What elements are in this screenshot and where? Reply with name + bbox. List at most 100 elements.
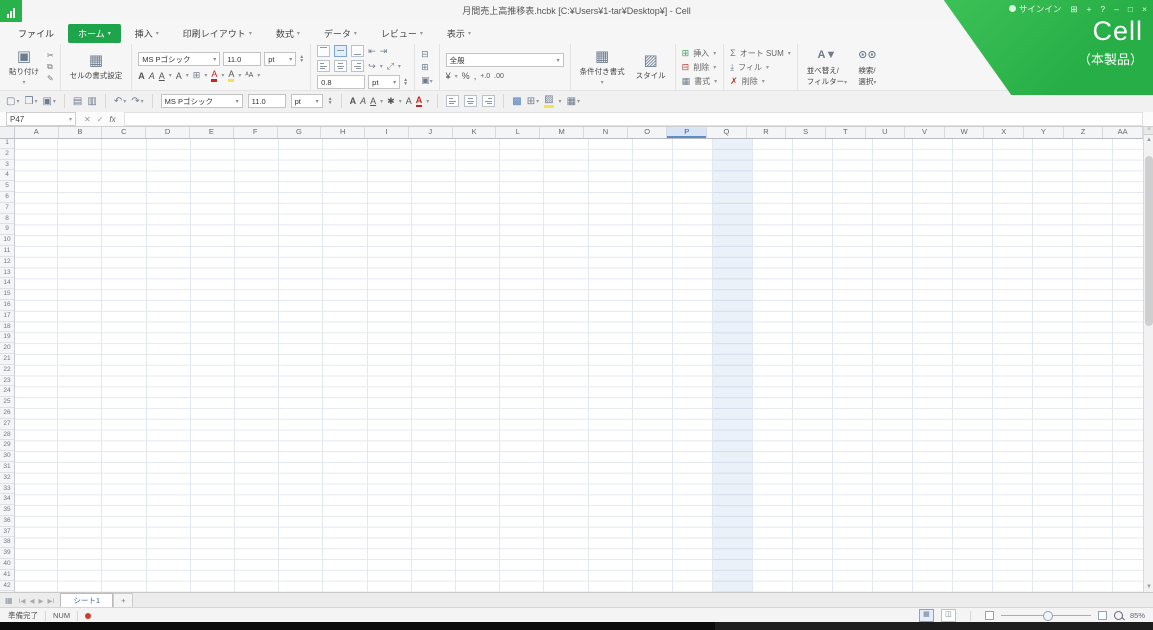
row-header-15[interactable]: 15 [0,289,14,300]
row-header-5[interactable]: 5 [0,181,14,192]
column-header-X[interactable]: X [984,126,1024,138]
toolbar-align-left-icon[interactable] [446,95,459,107]
sheet-tab-active[interactable]: シート1 [60,593,113,608]
row-header-32[interactable]: 32 [0,473,14,484]
column-header-B[interactable]: B [59,126,103,138]
decrease-decimal-icon[interactable]: .00 [494,73,504,80]
row-header-6[interactable]: 6 [0,192,14,203]
row-header-42[interactable]: 42 [0,581,14,592]
column-header-D[interactable]: D [146,126,190,138]
redo-icon[interactable]: ↷▾ [131,96,143,107]
align-left-icon[interactable] [317,60,330,72]
row-header-17[interactable]: 17 [0,311,14,322]
row-header-27[interactable]: 27 [0,419,14,430]
row-header-3[interactable]: 3 [0,160,14,171]
row-header-31[interactable]: 31 [0,462,14,473]
column-header-Q[interactable]: Q [707,126,747,138]
row-header-16[interactable]: 16 [0,300,14,311]
tab-file[interactable]: ファイル [18,27,54,40]
delete-cells-button[interactable]: ⊟削除▾ [682,62,718,73]
row-header-13[interactable]: 13 [0,268,14,279]
row-header-22[interactable]: 22 [0,365,14,376]
sort-filter-button[interactable]: A▼ 並べ替え/フィルター▾ [804,48,850,87]
merge-cells-icon[interactable]: ⊟ [421,49,433,60]
row-header-19[interactable]: 19 [0,332,14,343]
split-cells-icon[interactable]: ⊞ [421,62,433,73]
vertical-scroll-thumb[interactable] [1145,156,1153,326]
toolbar-italic-button[interactable]: A [360,96,366,106]
zoom-in-button[interactable] [1098,611,1107,620]
fullscreen-icon[interactable]: ⊞ [1070,4,1077,15]
align-right-icon[interactable] [351,60,364,72]
column-header-O[interactable]: O [628,126,668,138]
formula-input[interactable] [124,112,1143,126]
format-painter-icon[interactable]: ✎ [47,74,54,83]
last-sheet-icon[interactable]: ▶Ⅰ [47,597,54,605]
row-header-18[interactable]: 18 [0,322,14,333]
font-name-combo[interactable]: MS Pゴシック▾ [138,52,220,66]
scroll-up-icon[interactable]: ▲ [1144,135,1153,145]
autosum-button[interactable]: Σオート SUM▾ [730,48,791,59]
percent-icon[interactable]: % [462,71,470,81]
column-header-G[interactable]: G [278,126,322,138]
row-header-38[interactable]: 38 [0,537,14,548]
align-bottom-icon[interactable] [351,45,364,57]
column-header-W[interactable]: W [945,126,985,138]
normal-view-button[interactable]: ▦ [919,609,934,622]
insert-cells-button[interactable]: ⊞挿入▾ [682,48,718,59]
column-header-U[interactable]: U [866,126,906,138]
row-header-39[interactable]: 39 [0,548,14,559]
toolbar-decoration-button[interactable]: ✱ [387,96,395,107]
fill-color-icon[interactable]: ▨ [544,94,553,108]
line-spacing-value[interactable]: 0.8 [317,75,365,89]
toolbar-shadow-button[interactable]: A [406,96,412,106]
toolbar-font-color-button[interactable]: A [416,95,423,107]
align-middle-icon[interactable] [334,45,347,57]
row-header-26[interactable]: 26 [0,408,14,419]
tab-印刷レイアウト[interactable]: 印刷レイアウト▾ [173,24,262,43]
undo-icon[interactable]: ↶▾ [114,96,126,107]
row-header-2[interactable]: 2 [0,149,14,160]
row-header-34[interactable]: 34 [0,494,14,505]
help-icon[interactable]: ? [1100,4,1105,14]
fill-button[interactable]: ⤓フィル▾ [730,62,791,73]
close-button[interactable]: × [1142,4,1147,14]
zoom-slider-thumb[interactable] [1043,611,1053,621]
toolbar-align-right-icon[interactable] [482,95,495,107]
row-header-40[interactable]: 40 [0,559,14,570]
tab-レビュー[interactable]: レビュー▾ [371,24,433,43]
toolbar-font-unit-combo[interactable]: pt▾ [291,94,323,108]
app-icon[interactable] [0,0,22,22]
row-header-35[interactable]: 35 [0,505,14,516]
toolbar-align-center-icon[interactable] [464,95,477,107]
thousand-separator-icon[interactable]: , [474,71,477,81]
indent-increase-icon[interactable]: ⇥ [380,46,388,57]
row-header-1[interactable]: 1 [0,138,14,149]
currency-icon[interactable]: ¥ [446,71,451,81]
italic-button[interactable]: A [149,71,155,81]
column-header-T[interactable]: T [826,126,866,138]
orientation-icon[interactable]: ⤢ [387,61,394,72]
confirm-entry-icon[interactable]: ✓ [97,115,104,124]
toolbar-font-name-combo[interactable]: MS Pゴシック▾ [161,94,243,108]
row-header-10[interactable]: 10 [0,235,14,246]
spreadsheet-grid[interactable]: 1234567891011121314151617181920212223242… [0,138,1143,592]
bold-button[interactable]: A [138,71,145,81]
column-header-Z[interactable]: Z [1064,126,1104,138]
tab-数式[interactable]: 数式▾ [266,24,310,43]
column-header-J[interactable]: J [409,126,453,138]
tab-挿入[interactable]: 挿入▾ [125,24,169,43]
cell-format-button[interactable]: ▦ セルの書式設定 [67,53,126,81]
row-header-21[interactable]: 21 [0,354,14,365]
copy-icon[interactable]: ⧉ [47,62,54,72]
highlight-button[interactable]: A [228,69,234,82]
move-icon[interactable]: + [1086,4,1091,14]
first-sheet-icon[interactable]: Ⅰ◀ [19,597,26,605]
macro-record-icon[interactable] [85,613,91,619]
select-all-corner[interactable] [0,126,15,138]
style-button[interactable]: ▨ スタイル [633,53,669,81]
scroll-down-icon[interactable]: ▼ [1144,582,1153,592]
line-spacing-stepper[interactable]: ▲▼ [403,78,408,86]
tab-ホーム[interactable]: ホーム▾ [68,24,121,43]
row-header-25[interactable]: 25 [0,397,14,408]
